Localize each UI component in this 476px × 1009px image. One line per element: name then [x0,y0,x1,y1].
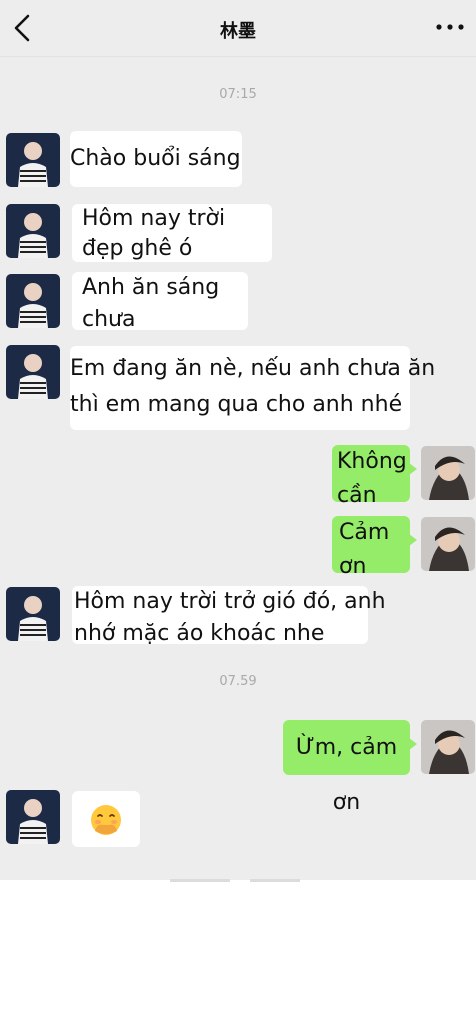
message-bubble[interactable]: Hôm nay trời đẹp ghê ó [72,204,272,262]
smiling-face-with-hand-over-mouth-icon [91,805,121,835]
message-text: Hôm nay trời trở gió đó, anh nhớ mặc áo … [74,589,386,646]
chat-title: 林墨 [220,21,256,42]
contact-avatar[interactable] [6,274,60,328]
message-text: Hôm nay trời đẹp ghê ó [82,206,226,261]
message-bubble[interactable]: Không cần [332,445,417,508]
message-text: Anh ăn sáng chưa [82,275,220,332]
message-text: Cảm ơn [339,520,390,579]
message-text: Không cần [337,449,407,508]
message-bubble[interactable]: Em đang ăn nè, nếu anh chưa ăn thì em ma… [70,346,435,430]
faded-system-text [170,879,300,882]
message-bubble[interactable]: Ừm, cảm ơn [283,720,417,815]
contact-avatar[interactable] [6,345,60,399]
message-bubble[interactable]: Cảm ơn [332,516,417,579]
timestamp: 07.59 [219,674,257,689]
message-bubble[interactable]: Anh ăn sáng chưa [72,272,248,332]
chat-area: 林墨 07:15 Chào buổi sáng Hôm nay trời đẹp… [0,0,476,882]
my-avatar[interactable] [421,720,475,774]
message-bubble[interactable]: Chào buổi sáng [70,131,242,187]
message-text: Em đang ăn nè, nếu anh chưa ăn thì em ma… [70,356,436,417]
timestamp: 07:15 [219,87,257,102]
contact-avatar[interactable] [6,790,60,844]
more-options-button[interactable] [434,12,466,44]
contact-avatar[interactable] [6,587,60,641]
message-bubble[interactable]: Hôm nay trời trở gió đó, anh nhớ mặc áo … [72,586,386,646]
more-dots-icon [436,24,464,30]
message-bubble[interactable] [72,791,140,847]
my-avatar[interactable] [421,517,475,571]
my-avatar[interactable] [421,446,475,500]
top-bar: 林墨 [0,0,476,57]
message-text: Ừm, cảm ơn [295,735,398,815]
message-text: Chào buổi sáng [70,146,241,171]
contact-avatar[interactable] [6,204,60,258]
contact-avatar[interactable] [6,133,60,187]
